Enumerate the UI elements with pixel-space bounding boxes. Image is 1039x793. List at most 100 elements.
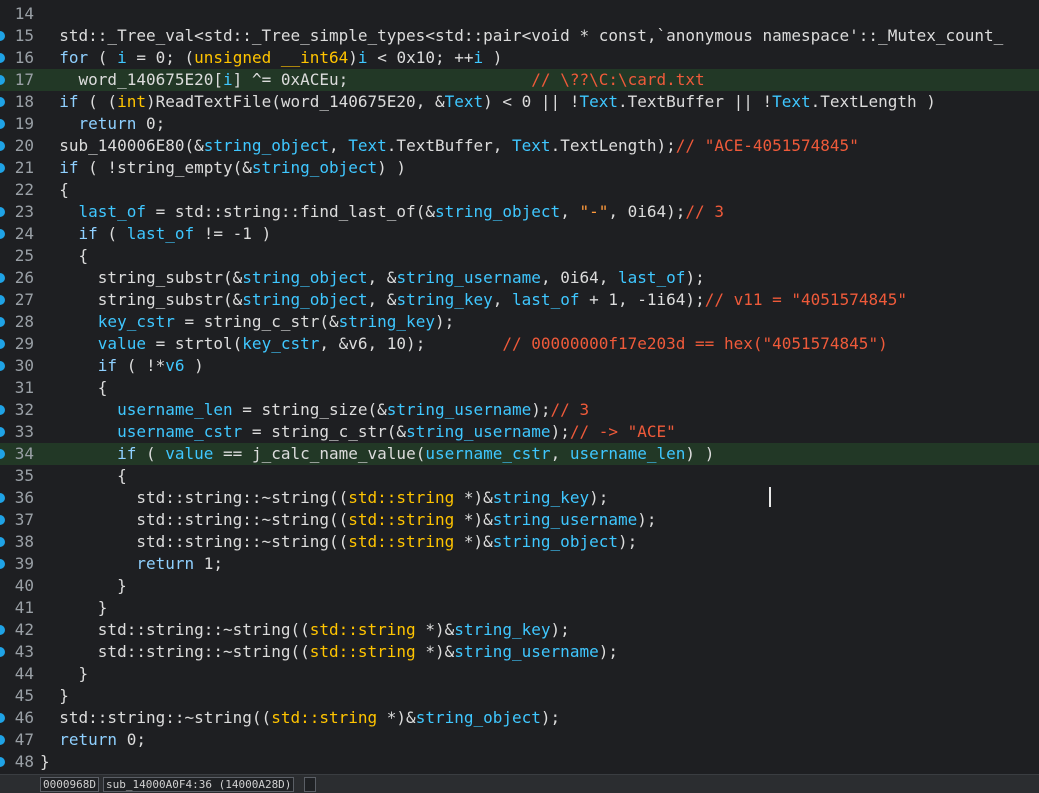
- code-text[interactable]: username_len = string_size(&string_usern…: [40, 399, 589, 421]
- code-text[interactable]: if ( (int)ReadTextFile(word_140675E20, &…: [40, 91, 936, 113]
- code-line[interactable]: 31 {: [0, 377, 1039, 399]
- pseudocode-editor[interactable]: 14 15 std::_Tree_val<std::_Tree_simple_ty…: [0, 0, 1039, 774]
- code-text[interactable]: for ( i = 0; (unsigned __int64)i < 0x10;…: [40, 47, 502, 69]
- token-id: string_object: [251, 158, 378, 177]
- code-line[interactable]: 28 key_cstr = string_c_str(&string_key);: [0, 311, 1039, 333]
- code-text[interactable]: {: [40, 465, 127, 487]
- code-text[interactable]: sub_140006E80(&string_object, Text.TextB…: [40, 135, 859, 157]
- line-number: 43: [14, 642, 34, 661]
- code-text[interactable]: username_cstr = string_c_str(&string_use…: [40, 421, 676, 443]
- code-line[interactable]: 43 std::string::~string((std::string *)&…: [0, 641, 1039, 663]
- token-id: string_object: [242, 290, 368, 309]
- code-text[interactable]: std::string::~string((std::string *)&str…: [40, 487, 608, 509]
- code-line[interactable]: 39 return 1;: [0, 553, 1039, 575]
- token-kw: return: [59, 730, 118, 749]
- code-text[interactable]: if ( last_of != -1 ): [40, 223, 272, 245]
- token-kw: return: [78, 114, 137, 133]
- token-id: string_username: [406, 422, 551, 441]
- code-text[interactable]: return 1;: [40, 553, 223, 575]
- code-text[interactable]: }: [40, 685, 69, 707]
- code-line[interactable]: 36 std::string::~string((std::string *)&…: [0, 487, 1039, 509]
- code-line[interactable]: 32 username_len = string_size(&string_us…: [0, 399, 1039, 421]
- code-line[interactable]: 22 {: [0, 179, 1039, 201]
- code-line[interactable]: 29 value = strtol(key_cstr, &v6, 10); //…: [0, 333, 1039, 355]
- code-line[interactable]: 24 if ( last_of != -1 ): [0, 223, 1039, 245]
- code-line[interactable]: 26 string_substr(&string_object, &string…: [0, 267, 1039, 289]
- code-line[interactable]: 48}: [0, 751, 1039, 773]
- code-text[interactable]: {: [40, 245, 89, 267]
- code-text[interactable]: std::string::~string((std::string *)&str…: [40, 531, 637, 553]
- token: ) ): [685, 444, 715, 463]
- code-text[interactable]: if ( !string_empty(&string_object) ): [40, 157, 406, 179]
- token: = string_c_str(&: [174, 312, 339, 331]
- code-text[interactable]: string_substr(&string_object, &string_ke…: [40, 289, 907, 311]
- code-text[interactable]: if ( value == j_calc_name_value(username…: [40, 443, 714, 465]
- code-text[interactable]: std::string::~string((std::string *)&str…: [40, 509, 656, 531]
- code-line[interactable]: 27 string_substr(&string_object, &string…: [0, 289, 1039, 311]
- token-id: username_len: [569, 444, 686, 463]
- code-line[interactable]: 47 return 0;: [0, 729, 1039, 751]
- token-id: key_cstr: [97, 312, 175, 331]
- code-text[interactable]: {: [40, 179, 69, 201]
- token-id: v6: [165, 356, 185, 375]
- code-text[interactable]: std::string::~string((std::string *)&str…: [40, 619, 570, 641]
- token-id: Text: [348, 136, 387, 155]
- code-line[interactable]: 14: [0, 3, 1039, 25]
- code-line-highlighted[interactable]: 34 if ( value == j_calc_name_value(usern…: [0, 443, 1039, 465]
- code-line[interactable]: 45 }: [0, 685, 1039, 707]
- token-str: "-": [579, 202, 609, 221]
- code-text[interactable]: std::string::~string((std::string *)&str…: [40, 707, 560, 729]
- line-number: 21: [14, 158, 34, 177]
- code-line[interactable]: 41 }: [0, 597, 1039, 619]
- token-id: string_key: [338, 312, 435, 331]
- code-line[interactable]: 23 last_of = std::string::find_last_of(&…: [0, 201, 1039, 223]
- code-line[interactable]: 20 sub_140006E80(&string_object, Text.Te…: [0, 135, 1039, 157]
- code-line[interactable]: 30 if ( !*v6 ): [0, 355, 1039, 377]
- code-line[interactable]: 37 std::string::~string((std::string *)&…: [0, 509, 1039, 531]
- code-line[interactable]: 46 std::string::~string((std::string *)&…: [0, 707, 1039, 729]
- code-line[interactable]: 42 std::string::~string((std::string *)&…: [0, 619, 1039, 641]
- code-text[interactable]: {: [40, 377, 108, 399]
- token-id: string_key: [396, 290, 493, 309]
- token-cm: // v11 = "4051574845": [704, 290, 907, 309]
- token-id: username_cstr: [425, 444, 551, 463]
- code-line-highlighted[interactable]: 17 word_140675E20[i] ^= 0xACEu; // \??\C…: [0, 69, 1039, 91]
- code-text[interactable]: }: [40, 663, 89, 685]
- code-line[interactable]: 35 {: [0, 465, 1039, 487]
- code-line[interactable]: 40 }: [0, 575, 1039, 597]
- code-text[interactable]: return 0;: [40, 729, 146, 751]
- code-text[interactable]: word_140675E20[i] ^= 0xACEu; // \??\C:\c…: [40, 69, 705, 91]
- code-text[interactable]: value = strtol(key_cstr, &v6, 10); // 00…: [40, 333, 888, 355]
- code-text[interactable]: }: [40, 575, 127, 597]
- token: );: [434, 312, 455, 331]
- code-line[interactable]: 15 std::_Tree_val<std::_Tree_simple_type…: [0, 25, 1039, 47]
- token: = strtol(: [145, 334, 243, 353]
- code-line[interactable]: 44 }: [0, 663, 1039, 685]
- code-line[interactable]: 21 if ( !string_empty(&string_object) ): [0, 157, 1039, 179]
- code-line[interactable]: 25 {: [0, 245, 1039, 267]
- line-number: 16: [14, 48, 34, 67]
- code-text[interactable]: if ( !*v6 ): [40, 355, 204, 377]
- code-line[interactable]: 19 return 0;: [0, 113, 1039, 135]
- line-number: 23: [14, 202, 34, 221]
- code-line[interactable]: 16 for ( i = 0; (unsigned __int64)i < 0x…: [0, 47, 1039, 69]
- line-number: 41: [14, 598, 34, 617]
- code-line[interactable]: 33 username_cstr = string_c_str(&string_…: [0, 421, 1039, 443]
- line-number: 48: [14, 752, 34, 771]
- code-text[interactable]: std::_Tree_val<std::_Tree_simple_types<s…: [40, 25, 1003, 47]
- code-text[interactable]: std::string::~string((std::string *)&str…: [40, 641, 618, 663]
- code-text[interactable]: last_of = std::string::find_last_of(&str…: [40, 201, 724, 223]
- code-text[interactable]: }: [40, 597, 108, 619]
- token: ,: [492, 290, 513, 309]
- code-line[interactable]: 38 std::string::~string((std::string *)&…: [0, 531, 1039, 553]
- code-text[interactable]: }: [40, 751, 50, 773]
- token: );: [589, 488, 609, 507]
- token: 1;: [194, 554, 224, 573]
- code-text[interactable]: string_substr(&string_object, &string_us…: [40, 267, 705, 289]
- code-line[interactable]: 18 if ( (int)ReadTextFile(word_140675E20…: [0, 91, 1039, 113]
- token-cm: // -> "ACE": [569, 422, 676, 441]
- code-text[interactable]: key_cstr = string_c_str(&string_key);: [40, 311, 454, 333]
- token: );: [617, 532, 638, 551]
- code-text[interactable]: return 0;: [40, 113, 166, 135]
